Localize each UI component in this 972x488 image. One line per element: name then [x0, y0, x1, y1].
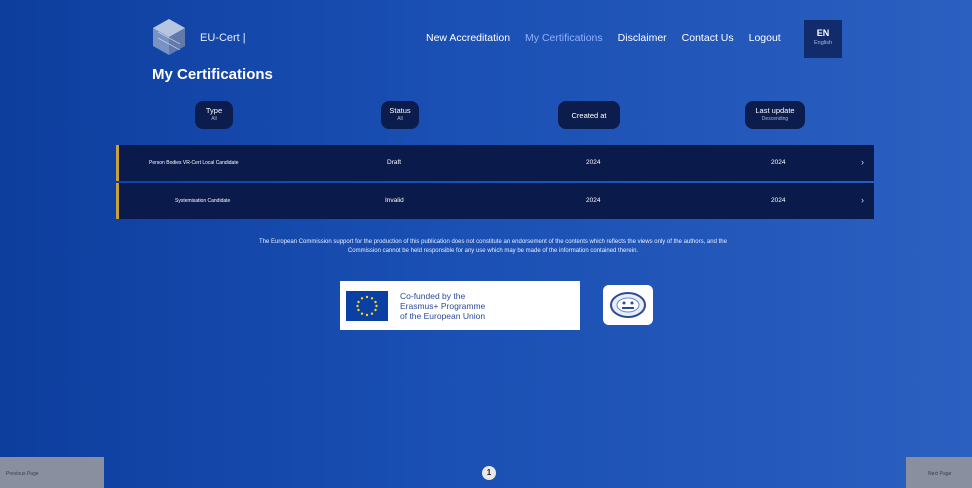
filter-type[interactable]: Type All	[195, 101, 233, 129]
table-row[interactable]: Systemisation Candidate Invalid 2024 202…	[116, 183, 874, 219]
previous-page-button[interactable]: Previous Page	[0, 457, 104, 488]
funding-disclaimer: The European Commission support for the …	[259, 239, 727, 254]
eu-badge-line2: Erasmus+ Programme	[400, 300, 486, 311]
page-indicator[interactable]: 1	[482, 466, 496, 480]
filter-type-label: Type	[205, 106, 223, 115]
language-code: EN	[816, 28, 830, 38]
page-title: My Certifications	[152, 66, 273, 83]
eu-cert-logo-icon[interactable]	[152, 18, 186, 56]
row-updated: 2024	[771, 159, 786, 166]
page: EU-Cert | New Accreditation My Certifica…	[0, 0, 972, 488]
filter-last-update-label: Last update	[755, 106, 795, 115]
eu-badge-line1: Co-funded by the	[400, 290, 466, 301]
main-nav: New Accreditation My Certifications Disc…	[426, 32, 781, 44]
eu-funding-badge: Co-funded by the Erasmus+ Programme of t…	[340, 281, 580, 330]
nav-logout[interactable]: Logout	[749, 32, 781, 44]
row-name: Systemisation Candidate	[175, 198, 231, 204]
filter-status[interactable]: Status All	[381, 101, 419, 129]
row-created: 2024	[586, 197, 601, 204]
language-name: English	[813, 40, 833, 46]
row-name: Person Bodies VR-Cert Local Candidate	[149, 160, 239, 166]
table-row[interactable]: Person Bodies VR-Cert Local Candidate Dr…	[116, 145, 874, 181]
row-created: 2024	[586, 159, 601, 166]
filter-type-value: All	[211, 116, 217, 122]
eu-badge-text: Co-funded by the Erasmus+ Programme of t…	[400, 291, 485, 321]
nav-contact-us[interactable]: Contact Us	[682, 32, 734, 44]
next-page-button[interactable]: Next Page	[906, 457, 972, 488]
eu-badge-line3: of the European Union	[400, 310, 486, 321]
nav-new-accreditation[interactable]: New Accreditation	[426, 32, 510, 44]
nav-disclaimer[interactable]: Disclaimer	[618, 32, 667, 44]
row-status: Draft	[387, 159, 402, 166]
filter-last-update-value: Descending	[761, 116, 789, 122]
filter-status-value: All	[397, 116, 403, 122]
filter-status-label: Status	[389, 106, 411, 115]
filter-last-update[interactable]: Last update Descending	[745, 101, 805, 129]
chevron-right-icon[interactable]: ›	[861, 195, 864, 205]
partner-logo-icon	[603, 285, 653, 325]
filter-created-at[interactable]: Created at	[558, 101, 620, 129]
filter-created-at-label: Created at	[571, 111, 607, 120]
language-selector[interactable]: EN English	[804, 20, 842, 58]
brand-name: EU-Cert |	[200, 32, 246, 44]
chevron-right-icon[interactable]: ›	[861, 157, 864, 167]
row-status: Invalid	[385, 197, 404, 204]
row-updated: 2024	[771, 197, 786, 204]
eu-flag-icon	[346, 290, 388, 321]
nav-my-certifications[interactable]: My Certifications	[525, 32, 603, 44]
